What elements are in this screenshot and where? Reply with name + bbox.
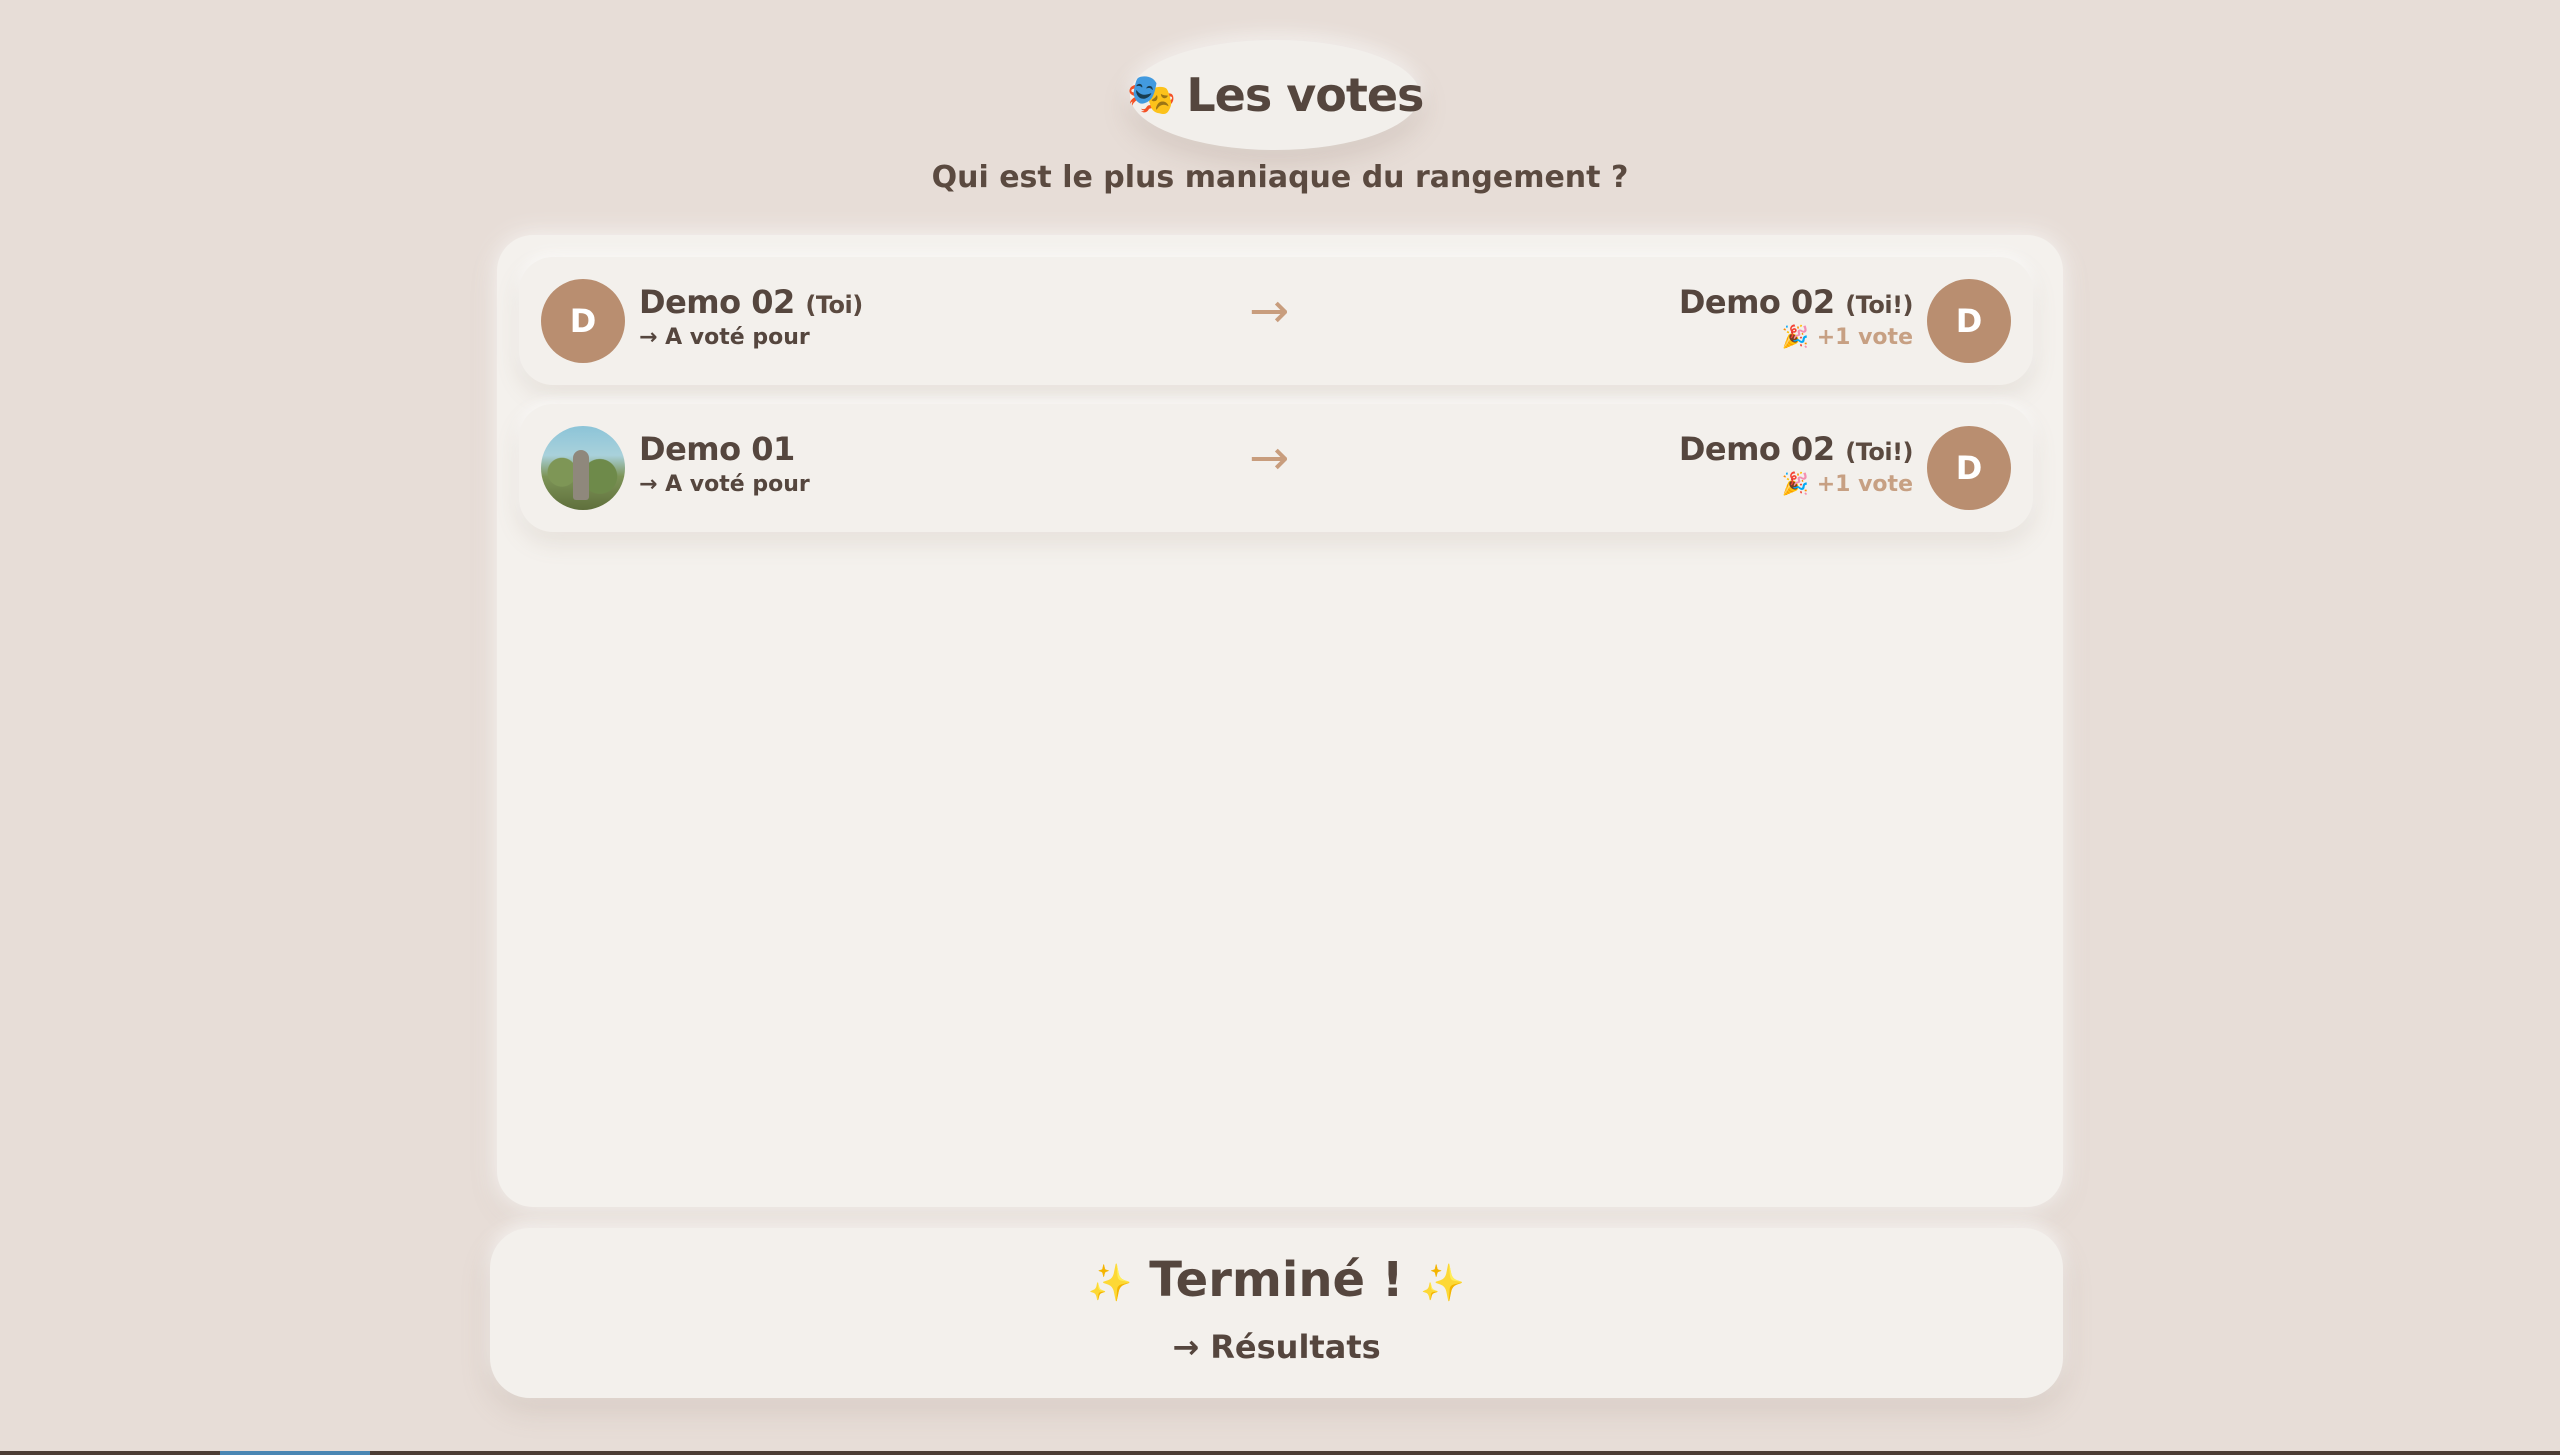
- vote-question: Qui est le plus maniaque du rangement ?: [931, 160, 1629, 195]
- voted-for-label: → A voté pour: [639, 472, 810, 497]
- arrow-right-icon: →: [1249, 283, 1290, 339]
- avatar: D: [1927, 426, 2011, 510]
- voter-name: Demo 02: [639, 283, 795, 321]
- vote-count-label: 🎉 +1 vote: [1781, 325, 1913, 350]
- bottom-border: [0, 1451, 2560, 1455]
- voter-info: Demo 02 (Toi) → A voté pour: [639, 283, 863, 350]
- avatar: D: [541, 279, 625, 363]
- sparkle-icon: ✨: [1087, 1263, 1133, 1304]
- voter-info: Demo 01 → A voté pour: [639, 430, 810, 497]
- vote-row: Demo 01 → A voté pour → Demo 02 (Toi!) 🎉…: [519, 404, 2033, 532]
- arrow-right-icon: →: [1249, 430, 1290, 486]
- voted-for-label: → A voté pour: [639, 325, 810, 350]
- page: 🎭 Les votes Qui est le plus maniaque du …: [0, 0, 2560, 1455]
- done-title: ✨ Terminé ! ✨: [490, 1252, 2063, 1308]
- results-button[interactable]: → Résultats: [490, 1328, 2063, 1366]
- avatar-photo: [541, 426, 625, 510]
- target-info: Demo 02 (Toi!) 🎉 +1 vote: [1678, 283, 1914, 350]
- done-panel[interactable]: ✨ Terminé ! ✨ → Résultats: [490, 1228, 2063, 1398]
- bottom-accent: [220, 1451, 370, 1455]
- avatar: D: [1927, 279, 2011, 363]
- target-name: Demo 02: [1678, 283, 1835, 321]
- sparkle-icon: ✨: [1420, 1263, 1466, 1304]
- you-tag: (Toi!): [1845, 291, 1913, 319]
- page-title: 🎭 Les votes: [1126, 40, 1424, 150]
- theater-masks-icon: 🎭: [1126, 72, 1177, 118]
- person-figure: [573, 450, 589, 500]
- you-tag: (Toi): [805, 291, 863, 319]
- vote-count-label: 🎉 +1 vote: [1781, 472, 1913, 497]
- page-title-text: Les votes: [1186, 68, 1424, 122]
- you-tag: (Toi!): [1845, 438, 1913, 466]
- done-title-text: Terminé !: [1149, 1252, 1404, 1308]
- votes-panel: D Demo 02 (Toi) → A voté pour → Demo 02 …: [497, 235, 2063, 1207]
- target-info: Demo 02 (Toi!) 🎉 +1 vote: [1678, 430, 1914, 497]
- vote-row: D Demo 02 (Toi) → A voté pour → Demo 02 …: [519, 257, 2033, 385]
- target-name: Demo 02: [1678, 430, 1835, 468]
- voter-name: Demo 01: [639, 430, 795, 468]
